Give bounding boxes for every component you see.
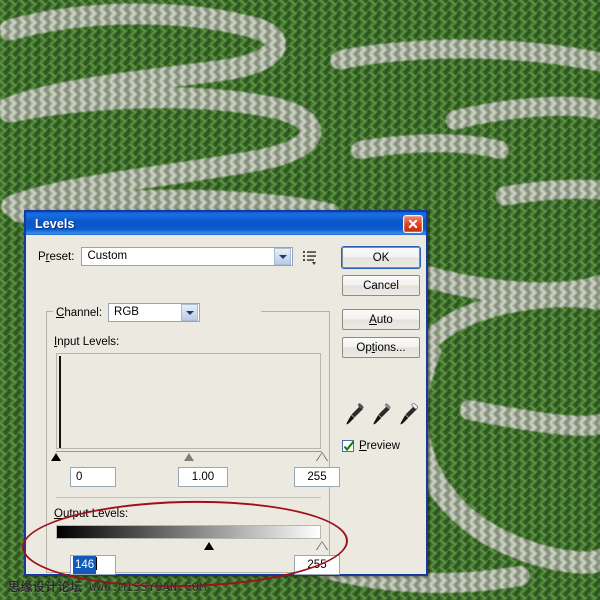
input-levels-label: Input Levels: bbox=[54, 336, 120, 348]
input-gamma-thumb[interactable] bbox=[184, 453, 194, 461]
section-divider bbox=[56, 497, 321, 498]
check-icon[interactable] bbox=[342, 440, 355, 452]
options-button[interactable]: Op t ions... bbox=[342, 337, 420, 358]
output-black-value: 146 bbox=[73, 556, 97, 574]
input-black-field[interactable]: 0 bbox=[70, 467, 116, 487]
channel-label: Channel: bbox=[56, 306, 103, 319]
levels-dialog[interactable]: Levels Preset: Custom Channel: RGB Input… bbox=[21, 210, 428, 591]
watermark-site-name: 思缘设计论坛 bbox=[8, 580, 83, 594]
close-icon[interactable] bbox=[403, 214, 423, 233]
output-levels-label: Output Levels: bbox=[54, 508, 129, 520]
cancel-button[interactable]: Cancel bbox=[342, 275, 420, 296]
chevron-down-icon[interactable] bbox=[181, 304, 199, 321]
preview-checkbox-row[interactable]: Preview bbox=[342, 440, 400, 452]
output-black-field[interactable]: 146 bbox=[70, 555, 116, 575]
auto-button[interactable]: Auto bbox=[342, 309, 420, 330]
channel-value: RGB bbox=[114, 306, 139, 318]
output-gradient-bar bbox=[56, 525, 321, 539]
text-caret bbox=[96, 557, 98, 570]
watermark-url: WWW.MISSYUAN.COM bbox=[89, 580, 207, 594]
eyedropper-white-point-icon[interactable] bbox=[398, 403, 420, 427]
watermark: 思缘设计论坛 WWW.MISSYUAN.COM bbox=[8, 578, 207, 595]
preset-options-icon[interactable] bbox=[302, 249, 318, 265]
eyedropper-group bbox=[344, 403, 422, 429]
input-black-point-thumb[interactable] bbox=[51, 453, 61, 461]
output-levels-slider[interactable] bbox=[56, 540, 328, 552]
input-gamma-field[interactable]: 1.00 bbox=[178, 467, 228, 487]
preset-row: Preset: Custom bbox=[38, 247, 318, 266]
dialog-titlebar[interactable]: Levels bbox=[26, 212, 426, 235]
input-white-field[interactable]: 255 bbox=[294, 467, 340, 487]
histogram-display bbox=[56, 353, 321, 449]
ok-button[interactable]: OK bbox=[342, 247, 420, 268]
output-white-field[interactable]: 255 bbox=[294, 555, 340, 575]
eyedropper-black-point-icon[interactable] bbox=[344, 403, 366, 427]
preview-label: Preview bbox=[359, 440, 400, 452]
input-white-point-thumb[interactable] bbox=[316, 452, 328, 461]
slider-track bbox=[56, 451, 322, 452]
input-levels-slider[interactable] bbox=[51, 451, 328, 463]
dialog-title: Levels bbox=[35, 216, 75, 231]
histogram-spike bbox=[59, 356, 61, 448]
output-black-point-thumb[interactable] bbox=[204, 542, 214, 550]
channel-select[interactable]: RGB bbox=[108, 303, 201, 322]
output-white-point-thumb[interactable] bbox=[316, 541, 328, 550]
preset-value: Custom bbox=[87, 250, 128, 262]
eyedropper-gray-point-icon[interactable] bbox=[371, 403, 393, 427]
dialog-body: Preset: Custom Channel: RGB Input Levels… bbox=[21, 235, 426, 591]
chevron-down-icon[interactable] bbox=[274, 248, 292, 265]
channel-row: Channel: RGB bbox=[56, 303, 204, 322]
preset-label: Preset: bbox=[38, 250, 75, 263]
preset-select[interactable]: Custom bbox=[81, 247, 294, 266]
